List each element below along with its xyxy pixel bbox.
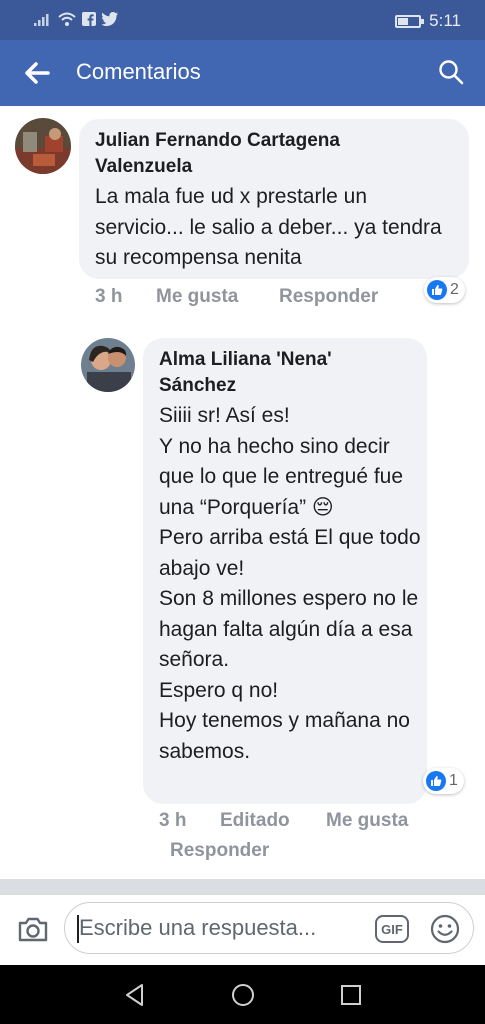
back-triangle-icon[interactable] (122, 982, 148, 1008)
page-title: Comentarios (76, 59, 201, 84)
system-nav-bar (0, 965, 485, 1024)
avatar-photo (15, 118, 71, 174)
emoji-icon[interactable] (429, 913, 461, 945)
signal-icon (34, 14, 49, 26)
status-time: 5:11 (429, 11, 461, 30)
recents-square-icon[interactable] (338, 982, 364, 1008)
reply-link[interactable]: Responder (279, 286, 378, 308)
like-link[interactable]: Me gusta (156, 286, 238, 308)
comment-bubble[interactable]: Julian Fernando Cartagena Valenzuela La … (79, 119, 469, 279)
avatar[interactable] (81, 338, 135, 392)
search-icon[interactable] (437, 58, 465, 86)
status-icons-right: 5:11 (395, 11, 461, 31)
home-circle-icon[interactable] (230, 982, 256, 1008)
app-bar: Comentarios (0, 40, 485, 106)
reaction-count: 1 (449, 772, 458, 789)
gif-button[interactable]: GIF (375, 915, 409, 943)
facebook-icon (82, 12, 96, 26)
comment-text: La mala fue ud x prestarle un servicio..… (95, 185, 442, 269)
thumbs-up-icon (426, 771, 446, 791)
divider (0, 879, 485, 895)
wifi-icon (58, 12, 76, 26)
camera-icon[interactable] (16, 912, 50, 946)
reply-composer: Escribe una respuesta... GIF (0, 895, 485, 965)
avatar[interactable] (15, 118, 71, 174)
status-bar: 5:11 (0, 0, 485, 40)
comment-actions: 3 h Me gusta Responder (0, 286, 485, 312)
reply-link[interactable]: Responder (170, 840, 269, 862)
avatar-photo (81, 338, 135, 392)
comment-time[interactable]: 3 h (159, 810, 186, 832)
arrow-left-icon[interactable] (22, 58, 52, 88)
battery-icon (395, 14, 425, 28)
reply-input-container[interactable]: Escribe una respuesta... GIF (64, 902, 474, 954)
comment-text: Siiii sr! Así es! Y no ha hecho sino dec… (159, 404, 421, 763)
comment-actions: 3 h Editado Me gusta Responder (0, 810, 485, 870)
reaction-summary[interactable]: 1 (423, 768, 464, 794)
comment-author[interactable]: Julian Fernando Cartagena Valenzuela (95, 128, 425, 180)
like-link[interactable]: Me gusta (326, 810, 408, 832)
status-icons-left (34, 12, 118, 26)
comment-author[interactable]: Alma Liliana 'Nena' Sánchez (159, 347, 409, 399)
comment-time[interactable]: 3 h (95, 286, 122, 308)
edited-label[interactable]: Editado (220, 810, 290, 832)
reply-input[interactable]: Escribe una respuesta... (79, 915, 359, 941)
comment-bubble[interactable]: Alma Liliana 'Nena' Sánchez Siiii sr! As… (143, 338, 427, 804)
twitter-icon (102, 12, 118, 26)
